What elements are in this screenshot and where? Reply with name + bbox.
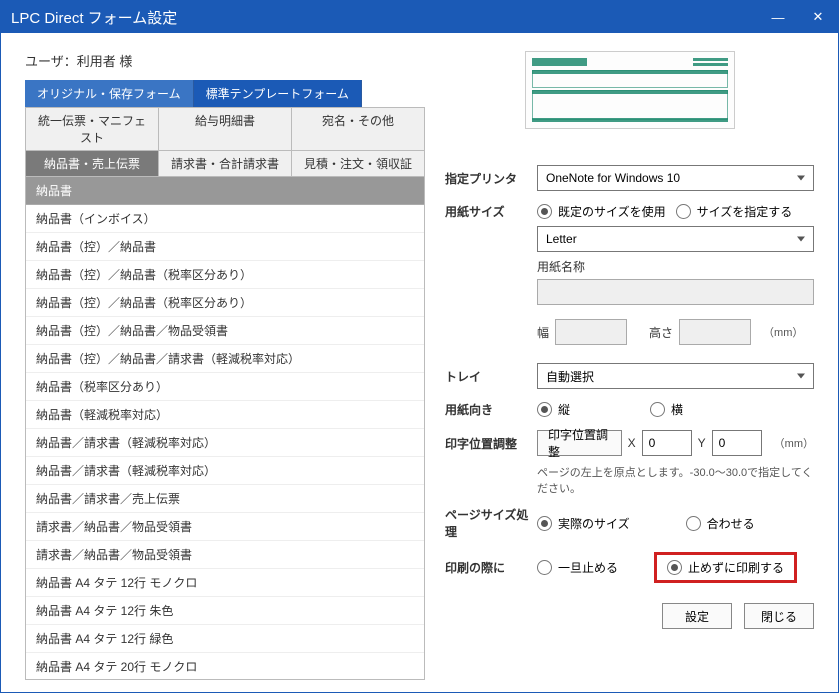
radio-paper-default[interactable]: 既定のサイズを使用 [537,203,666,220]
subtab-unified-slip[interactable]: 統一伝票・マニフェスト [26,108,159,151]
list-item[interactable]: 請求書／納品書／物品受領書 [26,541,424,569]
paper-name-input[interactable] [537,279,814,305]
offset-hint: ページの左上を原点とします。-30.0～30.0で指定してください。 [537,464,814,496]
printer-select[interactable]: OneNote for Windows 10 [537,165,814,191]
apply-button[interactable]: 設定 [662,603,732,629]
tab-original-forms[interactable]: オリジナル・保存フォーム [25,80,194,107]
list-item[interactable]: 納品書（控）／納品書／請求書（軽減税率対応） [26,345,424,373]
subtab-invoice-total[interactable]: 請求書・合計請求書 [159,151,292,177]
print-offset-button[interactable]: 印字位置調整 [537,430,622,456]
radio-fit-size[interactable]: 合わせる [686,515,755,532]
width-input[interactable] [555,319,627,345]
list-item[interactable]: 納品書／請求書／売上伝票 [26,485,424,513]
unit-mm-2: （mm） [774,435,814,451]
list-item[interactable]: 納品書（インボイス） [26,205,424,233]
form-list[interactable]: 納品書 納品書（インボイス） 納品書（控）／納品書 納品書（控）／納品書（税率区… [25,177,425,680]
y-label: Y [698,436,706,450]
list-item[interactable]: 納品書／請求書（軽減税率対応） [26,429,424,457]
onprint-label: 印刷の際に [445,559,537,576]
close-button[interactable]: ✕ [798,1,838,33]
radio-actual-size[interactable]: 実際のサイズ [537,515,630,532]
list-item[interactable]: 納品書（軽減税率対応） [26,401,424,429]
list-item[interactable]: 納品書（控）／納品書 [26,233,424,261]
tab-standard-templates[interactable]: 標準テンプレートフォーム [194,80,362,107]
paper-name-label: 用紙名称 [537,258,814,275]
pagesize-label: ページサイズ処理 [445,506,537,540]
subtab-address-other[interactable]: 宛名・その他 [292,108,425,151]
radio-paper-specify[interactable]: サイズを指定する [676,203,793,220]
height-input[interactable] [679,319,751,345]
radio-landscape[interactable]: 横 [650,401,683,418]
offset-x-input[interactable] [642,430,692,456]
radio-continue-print[interactable]: 止めずに印刷する [667,559,784,576]
subtab-delivery-sales[interactable]: 納品書・売上伝票 [26,151,159,177]
list-item[interactable]: 納品書／請求書（軽減税率対応） [26,457,424,485]
list-item[interactable]: 納品書（控）／納品書（税率区分あり） [26,289,424,317]
highlight-box: 止めずに印刷する [654,552,797,583]
titlebar: LPC Direct フォーム設定 — ✕ [1,1,838,33]
subtab-quote-order-receipt[interactable]: 見積・注文・領収証 [292,151,425,177]
list-item[interactable]: 納品書（控）／納品書（税率区分あり） [26,261,424,289]
offset-y-input[interactable] [712,430,762,456]
list-item[interactable]: 納品書 A4 タテ 12行 緑色 [26,625,424,653]
width-label: 幅 [537,324,549,341]
subtab-payslip[interactable]: 給与明細書 [159,108,292,151]
close-dialog-button[interactable]: 閉じる [744,603,814,629]
unit-mm: （mm） [763,324,803,340]
main-tab-bar: オリジナル・保存フォーム 標準テンプレートフォーム [25,80,425,107]
list-item[interactable]: 納品書（税率区分あり） [26,373,424,401]
paper-size-label: 用紙サイズ [445,203,537,220]
minimize-button[interactable]: — [758,1,798,33]
window-title: LPC Direct フォーム設定 [11,7,177,28]
tray-select[interactable]: 自動選択 [537,363,814,389]
list-item[interactable]: 納品書（控）／納品書／物品受領書 [26,317,424,345]
x-label: X [628,436,636,450]
list-item[interactable]: 納品書 A4 タテ 12行 朱色 [26,597,424,625]
tray-label: トレイ [445,368,537,385]
list-item[interactable]: 納品書 A4 タテ 20行 モノクロ [26,653,424,680]
user-label: ユーザ：利用者 様 [25,51,425,70]
dialog-window: LPC Direct フォーム設定 — ✕ ユーザ：利用者 様 オリジナル・保存… [0,0,839,693]
list-header: 納品書 [26,177,424,205]
list-item[interactable]: 納品書 A4 タテ 12行 モノクロ [26,569,424,597]
sub-tab-bar: 統一伝票・マニフェスト 給与明細書 宛名・その他 納品書・売上伝票 請求書・合計… [25,107,425,177]
form-preview [525,51,735,129]
orientation-label: 用紙向き [445,401,537,418]
printer-label: 指定プリンタ [445,170,537,187]
print-offset-label: 印字位置調整 [445,435,537,452]
radio-pause-print[interactable]: 一旦止める [537,559,618,576]
radio-portrait[interactable]: 縦 [537,401,570,418]
paper-size-select[interactable]: Letter [537,226,814,252]
height-label: 高さ [649,324,673,341]
list-item[interactable]: 請求書／納品書／物品受領書 [26,513,424,541]
